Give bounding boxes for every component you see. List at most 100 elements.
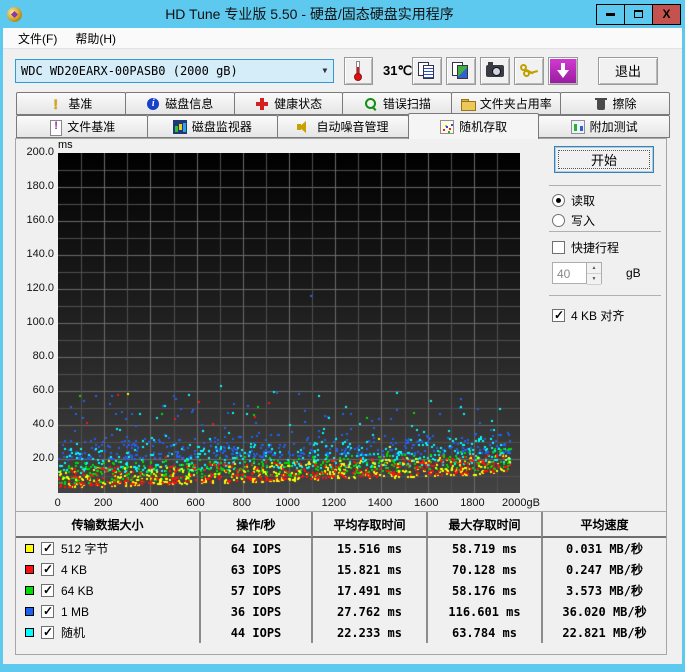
close-button[interactable]: X	[652, 3, 681, 25]
tab-benchmark[interactable]: 基准	[16, 92, 126, 115]
maximize-button[interactable]	[624, 3, 653, 25]
x-tick-label: 600	[186, 497, 205, 509]
x-tick-label: 1800	[460, 497, 485, 509]
menu-file[interactable]: 文件(F)	[9, 28, 66, 49]
menu-help[interactable]: 帮助(H)	[66, 28, 125, 49]
table-row-3-legend: 1 MB	[16, 601, 199, 622]
read-radio[interactable]	[552, 194, 565, 207]
y-axis-unit-label: ms	[58, 139, 73, 151]
start-button[interactable]: 开始	[554, 146, 654, 173]
tab-disk-info[interactable]: 磁盘信息	[124, 92, 235, 115]
table-cell: 0.247 MB/秒	[541, 559, 666, 580]
copy-text-icon	[418, 61, 436, 80]
capacity-input[interactable]: 40 ▲ ▼	[552, 262, 602, 285]
random-access-chart	[58, 153, 520, 493]
series-label: 随机	[61, 626, 86, 640]
info-icon	[146, 97, 160, 111]
table-cell: 58.719 ms	[426, 538, 541, 559]
tab-extra-tests-label: 附加测试	[589, 120, 638, 134]
app-window: HD Tune 专业版 5.50 - 硬盘/固态硬盘实用程序 X 文件(F) 帮…	[0, 0, 685, 672]
y-tick-label: 20.0	[32, 452, 54, 464]
table-cell: 70.128 ms	[426, 559, 541, 580]
temperature-label: 31℃	[383, 62, 413, 78]
table-cell: 17.491 ms	[311, 580, 426, 601]
exclamation-icon	[49, 96, 63, 112]
tab-file-benchmark[interactable]: 文件基准	[16, 115, 148, 138]
table-cell: 22.821 MB/秒	[541, 622, 666, 643]
x-tick-label: 1400	[367, 497, 393, 509]
align-option[interactable]: 4 KB 对齐	[552, 307, 624, 324]
write-radio[interactable]	[552, 214, 565, 227]
spinner-down-icon[interactable]: ▼	[587, 274, 601, 285]
table-header-0: 传输数据大小	[16, 512, 199, 538]
short-stroke-option[interactable]: 快捷行程	[552, 239, 619, 256]
minimize-button[interactable]	[596, 3, 625, 25]
tab-extra-tests[interactable]: 附加测试	[538, 115, 670, 138]
tab-disk-info-label: 磁盘信息	[165, 97, 214, 111]
short-stroke-checkbox[interactable]	[552, 241, 565, 254]
drive-select-value: WDC WD20EARX-00PASB0 (2000 gB)	[21, 63, 238, 78]
series-checkbox[interactable]	[41, 541, 54, 555]
tab-aam[interactable]: 自动噪音管理	[277, 115, 409, 138]
series-label: 512 字节	[61, 542, 109, 556]
read-option[interactable]: 读取	[552, 192, 595, 209]
spinner-up-icon[interactable]: ▲	[587, 263, 601, 274]
temperature-button[interactable]	[343, 56, 373, 85]
tab-random-access[interactable]: 随机存取	[407, 113, 540, 139]
x-tick-label: 2000gB	[502, 497, 540, 509]
y-tick-label: 40.0	[32, 418, 54, 430]
register-button[interactable]	[514, 56, 545, 85]
random-access-page: ms 200.0 180.0 160.0 140.0 120.0 100.0 80.0 60.…	[15, 138, 667, 655]
table-cell: 36 IOPS	[199, 601, 311, 622]
tab-aam-label: 自动噪音管理	[316, 120, 389, 134]
table-header-4: 平均速度	[541, 512, 666, 538]
tab-erase[interactable]: 擦除	[560, 92, 670, 115]
table-cell: 3.573 MB/秒	[541, 580, 666, 601]
tab-error-scan[interactable]: 错误扫描	[342, 92, 453, 115]
x-tick-label: 1200	[321, 497, 347, 509]
table-cell: 44 IOPS	[199, 622, 311, 643]
tab-health[interactable]: 健康状态	[233, 92, 344, 115]
keys-icon	[518, 62, 538, 80]
copy-image-button[interactable]	[446, 56, 477, 85]
series-checkbox[interactable]	[41, 625, 54, 639]
tab-folder-usage-label: 文件夹占用率	[479, 97, 552, 111]
table-cell: 15.821 ms	[311, 559, 426, 580]
table-row-0-legend: 512 字节	[16, 538, 199, 559]
series-checkbox[interactable]	[41, 583, 54, 597]
table-cell: 63.784 ms	[426, 622, 541, 643]
write-option[interactable]: 写入	[552, 212, 595, 229]
copy-text-button[interactable]	[412, 56, 443, 85]
tab-row-1: 基准 磁盘信息 健康状态 错误扫描 文件夹占用率 擦除	[16, 92, 670, 115]
table-header-3: 最大存取时间	[426, 512, 541, 538]
table-header-2: 平均存取时间	[311, 512, 426, 538]
exit-button[interactable]: 退出	[598, 56, 659, 85]
bar-chart-icon	[172, 119, 187, 134]
align-checkbox[interactable]	[552, 308, 565, 322]
capacity-spinner[interactable]: ▲ ▼	[586, 263, 601, 285]
health-cross-icon	[255, 97, 269, 111]
camera-icon	[486, 61, 505, 77]
table-cell: 116.601 ms	[426, 601, 541, 622]
series-checkbox[interactable]	[41, 604, 54, 618]
client-area: 文件(F) 帮助(H) WDC WD20EARX-00PASB0 (2000 g…	[3, 28, 682, 664]
screenshot-button[interactable]	[480, 56, 511, 85]
y-tick-label: 80.0	[32, 350, 54, 362]
x-tick-label: 1600	[414, 497, 439, 509]
y-tick-label: 120.0	[26, 282, 54, 294]
series-checkbox[interactable]	[41, 562, 54, 576]
table-cell: 64 IOPS	[199, 538, 311, 559]
drive-select[interactable]: WDC WD20EARX-00PASB0 (2000 gB) ▼	[15, 58, 334, 83]
tab-disk-monitor[interactable]: 磁盘监视器	[146, 115, 279, 138]
separator	[549, 295, 661, 296]
y-tick-label: 60.0	[32, 384, 54, 396]
test-controls: 开始 读取 写入 快捷行程 40 ▲ ▼ gB ✓ 4 KB 对齐	[549, 139, 661, 509]
download-button[interactable]	[548, 56, 579, 85]
capacity-unit-label: gB	[626, 266, 641, 280]
y-tick-label: 140.0	[26, 248, 54, 260]
legend-swatch	[25, 565, 34, 574]
capacity-value: 40	[557, 267, 571, 281]
tab-disk-monitor-label: 磁盘监视器	[191, 120, 252, 134]
tab-folder-usage[interactable]: 文件夹占用率	[451, 92, 562, 115]
maximize-icon	[634, 10, 643, 18]
